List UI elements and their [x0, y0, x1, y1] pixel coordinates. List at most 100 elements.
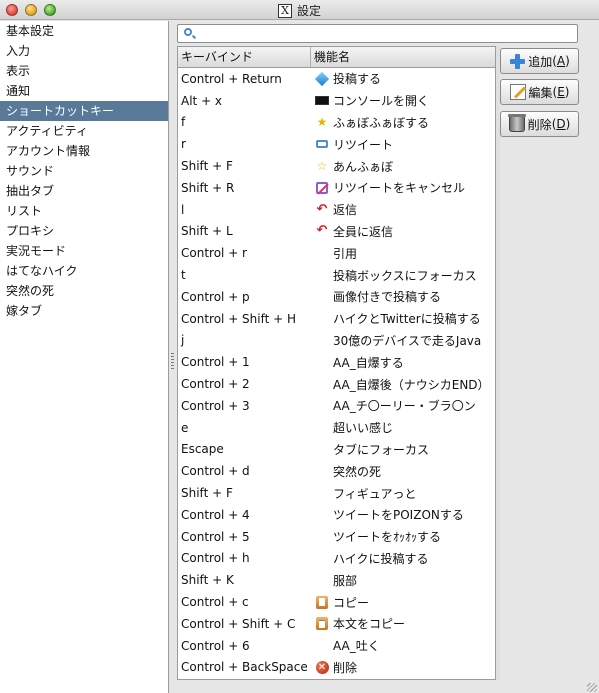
delete-button[interactable]: 削除(D) [500, 111, 579, 137]
table-scroll-track[interactable] [496, 46, 500, 680]
table-row[interactable]: Escape タブにフォーカス [178, 439, 495, 461]
unfavorite-star-icon: ☆ [315, 159, 329, 173]
keybind-cell: Control + 2 [181, 377, 250, 392]
function-name: AA_チ〇ーリー・ブラ〇ン [333, 399, 476, 414]
sidebar-item[interactable]: 通知 [0, 81, 168, 101]
add-button-mnemonic-close: ) [565, 54, 570, 68]
keybind-cell: l [181, 202, 185, 217]
sidebar-item[interactable]: リスト [0, 201, 168, 221]
resize-grip-icon[interactable] [587, 683, 597, 692]
sidebar-item[interactable]: はてなハイク [0, 261, 168, 281]
keybind-cell: Control + p [181, 289, 250, 304]
keybind-cell: t [181, 268, 186, 283]
sidebar-item[interactable]: 突然の死 [0, 281, 168, 301]
table-row[interactable]: Control + Shift + C 本文をコピー [178, 613, 495, 635]
sidebar-item[interactable]: 入力 [0, 41, 168, 61]
splitter-grip-icon[interactable] [171, 353, 174, 369]
function-name: 全員に返信 [333, 224, 394, 239]
table-row[interactable]: l ↶ 返信 [178, 199, 495, 221]
table-row[interactable]: t 投稿ボックスにフォーカス [178, 264, 495, 286]
sidebar-item[interactable]: アクティビティ [0, 121, 168, 141]
edit-button[interactable]: 編集(E) [500, 79, 579, 105]
function-name: タブにフォーカス [333, 442, 430, 457]
add-button-mnemonic: A [556, 54, 566, 68]
table-row[interactable]: Alt + x コンソールを開く [178, 90, 495, 112]
table-row[interactable]: Control + c コピー [178, 591, 495, 613]
post-icon-shape [314, 71, 330, 86]
pane-splitter[interactable] [169, 21, 177, 693]
keybind-cell: Control + c [181, 595, 249, 610]
sidebar-item[interactable]: アカウント情報 [0, 141, 168, 161]
sidebar-item[interactable]: 実況モード [0, 241, 168, 261]
function-cell: 本文をコピー [311, 615, 495, 632]
reply-all-icon-shape: ↶ [316, 223, 328, 239]
function-cell: 30億のデバイスで走るJava [311, 332, 495, 349]
table-row[interactable]: Control + r 引用 [178, 242, 495, 264]
table-row[interactable]: Control + 2 AA_自爆後（ナウシカEND） [178, 373, 495, 395]
table-row[interactable]: Control + 1 AA_自爆する [178, 351, 495, 373]
table-row[interactable]: Control + d 突然の死 [178, 460, 495, 482]
delete-button-label: 削除 [527, 117, 552, 132]
table-row[interactable]: Control + h ハイクに投稿する [178, 548, 495, 570]
table-row[interactable]: Control + BackSpace ✕ 削除 [178, 657, 495, 679]
function-cell: 突然の死 [311, 463, 495, 480]
search-input[interactable] [196, 25, 574, 42]
sidebar-item[interactable]: プロキシ [0, 221, 168, 241]
keybind-cell: Control + r [181, 246, 247, 261]
column-header-keybind[interactable]: キーバインド [178, 47, 311, 67]
sidebar-item[interactable]: サウンド [0, 161, 168, 181]
table-row[interactable]: Shift + K 服部 [178, 569, 495, 591]
sidebar-item[interactable]: 抽出タブ [0, 181, 168, 201]
function-cell: 引用 [311, 245, 495, 262]
function-cell: AA_吐く [311, 637, 495, 654]
table-row[interactable]: Control + 3 AA_チ〇ーリー・ブラ〇ン [178, 395, 495, 417]
function-name: AA_自爆後（ナウシカEND） [333, 377, 490, 392]
blank-icon [315, 246, 329, 260]
function-cell: コピー [311, 594, 495, 611]
delete-icon: ✕ [315, 660, 329, 674]
add-button[interactable]: 追加(A) [500, 48, 579, 74]
settings-category-list[interactable]: 基本設定 入力 表示 通知 ショートカットキー アクティビティ アカウント情報 サウンド 抽出タ… [0, 21, 169, 693]
table-row[interactable]: j 30億のデバイスで走るJava [178, 330, 495, 352]
sidebar-item[interactable]: 嫁タブ [0, 301, 168, 321]
table-row[interactable]: Shift + F ☆ あんふぁぼ [178, 155, 495, 177]
function-name: リツイート [333, 137, 394, 152]
table-row[interactable]: r リツイート [178, 133, 495, 155]
function-name: 30億のデバイスで走るJava [333, 333, 482, 348]
table-row[interactable]: Control + 6 AA_吐く [178, 635, 495, 657]
sidebar-item[interactable]: 表示 [0, 61, 168, 81]
table-row[interactable]: Control + Shift + H ハイクとTwitterに投稿する [178, 308, 495, 330]
function-cell: ツイートをPOIZONする [311, 506, 495, 523]
function-name: ハイクとTwitterに投稿する [333, 312, 481, 327]
function-cell: ↶ 全員に返信 [311, 223, 495, 240]
keybind-cell: Shift + F [181, 486, 233, 501]
keybind-cell: Control + BackSpace [181, 660, 308, 675]
column-header-function[interactable]: 機能名 [311, 47, 495, 67]
table-row[interactable]: Control + 5 ツイートをｵｯｵｯする [178, 526, 495, 548]
keybind-cell: Control + 4 [181, 507, 250, 522]
table-row[interactable]: Control + Return 投稿する [178, 68, 495, 90]
keybind-cell: Alt + x [181, 93, 223, 108]
table-row[interactable]: Control + p 画像付きで投稿する [178, 286, 495, 308]
blank-icon [315, 573, 329, 587]
table-row[interactable]: Shift + L ↶ 全員に返信 [178, 221, 495, 243]
table-row[interactable]: Shift + F フィギュアっと [178, 482, 495, 504]
function-cell: フィギュアっと [311, 485, 495, 502]
keybind-cell: Shift + F [181, 159, 233, 174]
console-icon [315, 94, 329, 108]
function-cell: リツイート [311, 136, 495, 153]
table-row[interactable]: Control + 4 ツイートをPOIZONする [178, 504, 495, 526]
post-icon [314, 71, 330, 86]
search-box[interactable] [177, 24, 578, 43]
blank-icon [315, 290, 329, 304]
copy-body-icon [315, 617, 329, 631]
blank-icon [315, 486, 329, 500]
sidebar-item[interactable]: 基本設定 [0, 21, 168, 41]
table-row[interactable]: f ★ ふぁぼふぁぼする [178, 112, 495, 134]
sidebar-item[interactable]: ショートカットキー [0, 101, 168, 121]
table-row[interactable]: Shift + R リツイートをキャンセル [178, 177, 495, 199]
function-name: 超いい感じ [333, 421, 394, 436]
keybind-cell: Escape [181, 442, 224, 457]
table-row[interactable]: e 超いい感じ [178, 417, 495, 439]
function-cell: リツイートをキャンセル [311, 179, 495, 196]
